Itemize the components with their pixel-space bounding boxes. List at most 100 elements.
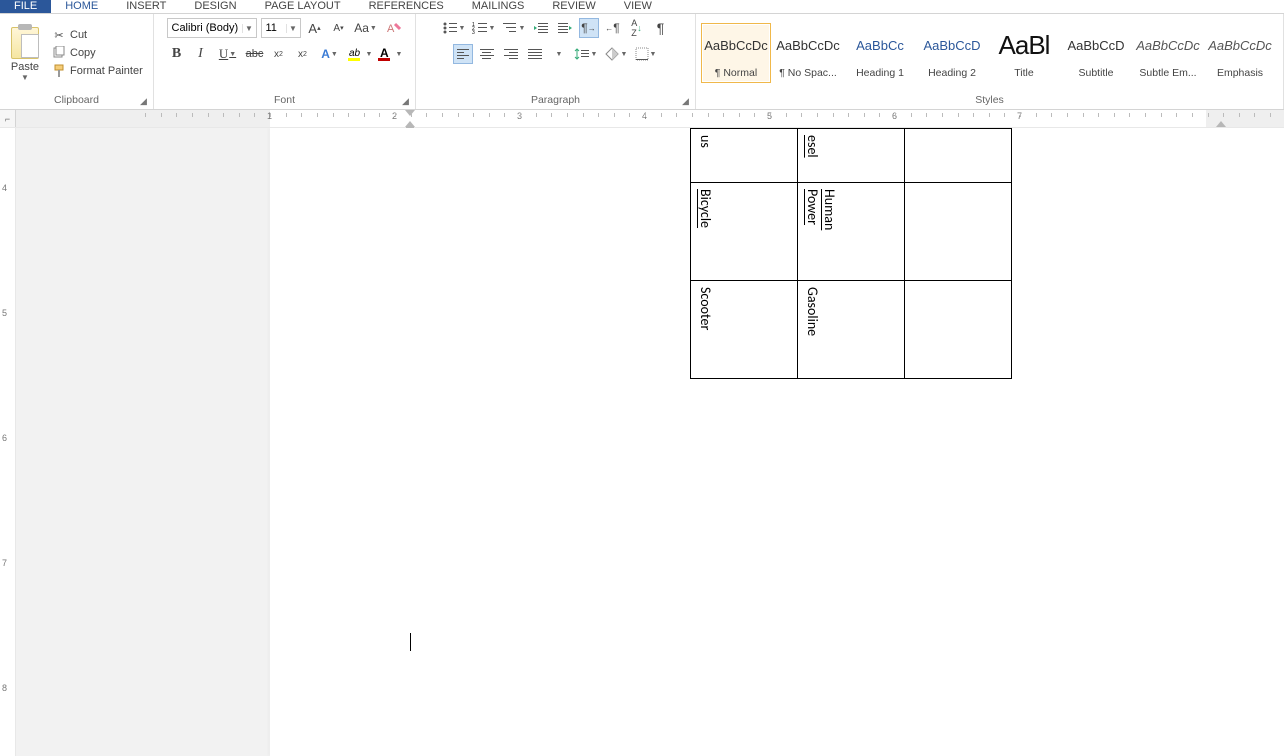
ribbon-tabs: FILE HOME INSERT DESIGN PAGE LAYOUT REFE…: [0, 0, 1284, 14]
style-item-title[interactable]: AaBlTitle: [989, 23, 1059, 83]
ruler-tick: 7: [2, 558, 7, 568]
table-row[interactable]: us esel: [691, 129, 1012, 183]
svg-text:A: A: [380, 46, 389, 60]
align-right-button[interactable]: [501, 44, 521, 64]
tab-page-layout[interactable]: PAGE LAYOUT: [251, 0, 355, 13]
group-clipboard: Paste ▼ ✂ Cut Copy Form: [0, 14, 154, 109]
ltr-direction-button[interactable]: ¶→: [579, 18, 599, 38]
style-item-heading-2[interactable]: AaBbCcDHeading 2: [917, 23, 987, 83]
format-painter-label: Format Painter: [70, 65, 143, 77]
table-row[interactable]: Scooter Gasoline: [691, 281, 1012, 379]
document-area[interactable]: us esel Bicycle HumanPower Scooter Gasol…: [16, 128, 1284, 756]
tab-file[interactable]: FILE: [0, 0, 51, 13]
format-painter-button[interactable]: Format Painter: [52, 64, 143, 78]
ruler-tick: 5: [2, 308, 7, 318]
strikethrough-button[interactable]: abc: [245, 44, 265, 64]
paste-label: Paste: [11, 61, 39, 73]
tab-references[interactable]: REFERENCES: [355, 0, 458, 13]
show-marks-button[interactable]: ¶: [651, 18, 671, 38]
font-name-combo[interactable]: ▼: [167, 18, 257, 38]
grow-font-button[interactable]: A▴: [305, 18, 325, 38]
style-preview: AaBbCcD: [1067, 24, 1124, 67]
style-item--no-spac-[interactable]: AaBbCcDc¶ No Spac...: [773, 23, 843, 83]
style-preview: AaBbCc: [856, 24, 904, 67]
change-case-button[interactable]: Aa▼: [353, 18, 379, 38]
ruler-tick: 8: [2, 683, 7, 693]
style-name: Subtle Em...: [1139, 67, 1196, 82]
style-preview: AaBbCcDc: [1208, 24, 1272, 67]
style-name: Heading 2: [928, 67, 976, 82]
table-row[interactable]: Bicycle HumanPower: [691, 183, 1012, 281]
chevron-down-icon[interactable]: ▼: [286, 24, 300, 33]
paste-icon: [11, 27, 39, 59]
workspace: 45678 us esel Bicycle HumanPower Scooter…: [0, 128, 1284, 756]
clipboard-launcher-icon[interactable]: ◢: [140, 96, 150, 106]
style-preview: AaBbCcDc: [704, 24, 768, 67]
bullets-button[interactable]: ▼: [441, 18, 467, 38]
style-name: Subtitle: [1078, 67, 1113, 82]
style-preview: AaBbCcD: [923, 24, 980, 67]
svg-text:ab: ab: [349, 48, 361, 59]
align-center-button[interactable]: [477, 44, 497, 64]
right-indent-marker[interactable]: [1216, 121, 1226, 127]
cut-button[interactable]: ✂ Cut: [52, 28, 143, 42]
align-left-button[interactable]: [453, 44, 473, 64]
font-launcher-icon[interactable]: ◢: [402, 96, 412, 106]
style-item-heading-1[interactable]: AaBbCcHeading 1: [845, 23, 915, 83]
table-cell-text: HumanPower: [804, 189, 838, 230]
clear-formatting-button[interactable]: A: [383, 18, 403, 38]
increase-indent-button[interactable]: [555, 18, 575, 38]
align-justify-dropdown[interactable]: ▼: [549, 44, 569, 64]
style-preview: AaBl: [999, 24, 1050, 67]
scissors-icon: ✂: [52, 28, 66, 42]
paragraph-launcher-icon[interactable]: ◢: [682, 96, 692, 106]
shrink-font-button[interactable]: A▾: [329, 18, 349, 38]
style-item-subtitle[interactable]: AaBbCcDSubtitle: [1061, 23, 1131, 83]
group-font: ▼ ▼ A▴ A▾ Aa▼ A B I U▼ abc x2 x2: [154, 14, 416, 109]
highlight-button[interactable]: ab▼: [347, 44, 373, 64]
tab-home[interactable]: HOME: [51, 0, 112, 13]
underline-button[interactable]: U▼: [215, 44, 241, 64]
style-item-emphasis[interactable]: AaBbCcDcEmphasis: [1205, 23, 1275, 83]
text-effects-button[interactable]: A▼: [317, 44, 343, 64]
style-item-subtle-em-[interactable]: AaBbCcDcSubtle Em...: [1133, 23, 1203, 83]
cut-label: Cut: [70, 29, 87, 41]
style-name: Title: [1014, 67, 1033, 82]
paste-button[interactable]: Paste ▼: [6, 25, 44, 82]
italic-button[interactable]: I: [191, 44, 211, 64]
font-size-combo[interactable]: ▼: [261, 18, 301, 38]
copy-button[interactable]: Copy: [52, 46, 143, 60]
tab-review[interactable]: REVIEW: [538, 0, 609, 13]
shading-button[interactable]: ▼: [603, 44, 629, 64]
font-name-input[interactable]: [168, 22, 242, 34]
sort-button[interactable]: AZ↓: [627, 18, 647, 38]
tab-design[interactable]: DESIGN: [180, 0, 250, 13]
horizontal-ruler[interactable]: 1234567: [16, 110, 1284, 127]
decrease-indent-button[interactable]: [531, 18, 551, 38]
copy-label: Copy: [70, 47, 96, 59]
group-label-font: Font: [154, 92, 415, 109]
rtl-direction-button[interactable]: ←¶: [603, 18, 623, 38]
numbering-button[interactable]: 123▼: [471, 18, 497, 38]
align-justify-button[interactable]: [525, 44, 545, 64]
table-cell-text: Gasoline: [804, 287, 821, 336]
borders-button[interactable]: ▼: [633, 44, 659, 64]
style-name: ¶ No Spac...: [779, 67, 837, 82]
tab-mailings[interactable]: MAILINGS: [458, 0, 539, 13]
bold-button[interactable]: B: [167, 44, 187, 64]
ruler-corner[interactable]: ⌐: [0, 110, 16, 127]
document-table[interactable]: us esel Bicycle HumanPower Scooter Gasol…: [690, 128, 1012, 379]
multilevel-list-button[interactable]: ▼: [501, 18, 527, 38]
vertical-ruler[interactable]: 45678: [0, 128, 16, 756]
paste-dropdown-icon[interactable]: ▼: [21, 73, 29, 82]
tab-view[interactable]: VIEW: [610, 0, 666, 13]
subscript-button[interactable]: x2: [269, 44, 289, 64]
group-paragraph: ▼ 123▼ ▼ ¶→ ←¶ AZ↓ ¶: [416, 14, 696, 109]
font-color-button[interactable]: A▼: [377, 44, 403, 64]
style-item--normal[interactable]: AaBbCcDc¶ Normal: [701, 23, 771, 83]
font-size-input[interactable]: [262, 22, 286, 34]
chevron-down-icon[interactable]: ▼: [242, 24, 256, 33]
line-spacing-button[interactable]: ▼: [573, 44, 599, 64]
tab-insert[interactable]: INSERT: [112, 0, 180, 13]
superscript-button[interactable]: x2: [293, 44, 313, 64]
